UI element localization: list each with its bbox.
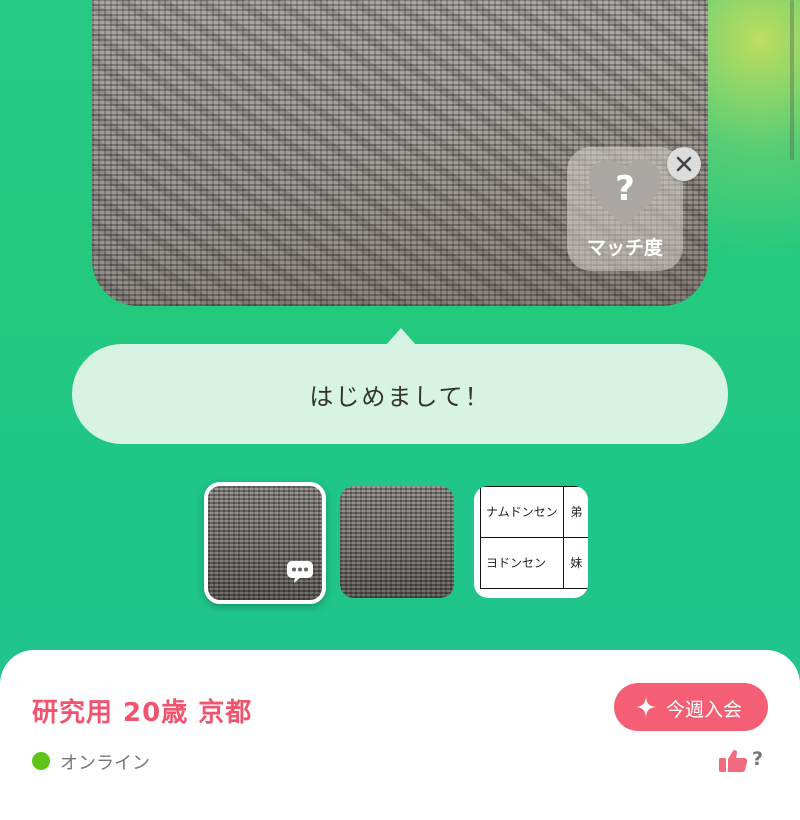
table-row: ナムドンセン 弟 [480, 486, 588, 538]
chat-bubble-icon [287, 561, 313, 583]
thumbs-up-icon[interactable] [718, 749, 748, 773]
greeting-text: はじめまして！ [309, 383, 491, 411]
table-cell-relation: 妹 [562, 537, 588, 589]
close-icon[interactable] [667, 147, 701, 181]
match-degree-label: マッチ度 [586, 237, 663, 259]
scrollbar[interactable] [790, 0, 794, 160]
table-cell-relation: 弟 [562, 486, 588, 538]
thumbnail-2[interactable] [340, 486, 454, 598]
sibling-table: ナムドンセン 弟 ヨドンセン 妹 [480, 486, 588, 589]
online-status-dot [32, 752, 50, 770]
thumbnail-1[interactable] [204, 482, 326, 604]
new-member-label: 今週入会 [666, 699, 743, 721]
profile-name-age-location: 研究用 20歳 京都 [32, 698, 253, 728]
profile-card: 研究用 20歳 京都 今週入会 オンライン ? [0, 650, 800, 820]
match-question-mark: ? [615, 169, 635, 209]
thumbnail-3[interactable]: ナムドンセン 弟 ヨドンセン 妹 [474, 486, 588, 598]
sparkle-icon [636, 697, 656, 717]
greeting-bubble[interactable]: はじめまして！ [72, 344, 728, 444]
table-cell-name: ナムドンセン [480, 486, 564, 538]
bubble-tail [386, 328, 416, 345]
table-row: ヨドンセン 妹 [480, 537, 588, 589]
match-degree-widget[interactable]: ? マッチ度 [567, 147, 683, 271]
online-status-text: オンライン [60, 753, 150, 774]
table-cell-name: ヨドンセン [480, 537, 564, 589]
new-member-badge[interactable]: 今週入会 [614, 683, 768, 731]
like-count: ? [752, 748, 764, 770]
